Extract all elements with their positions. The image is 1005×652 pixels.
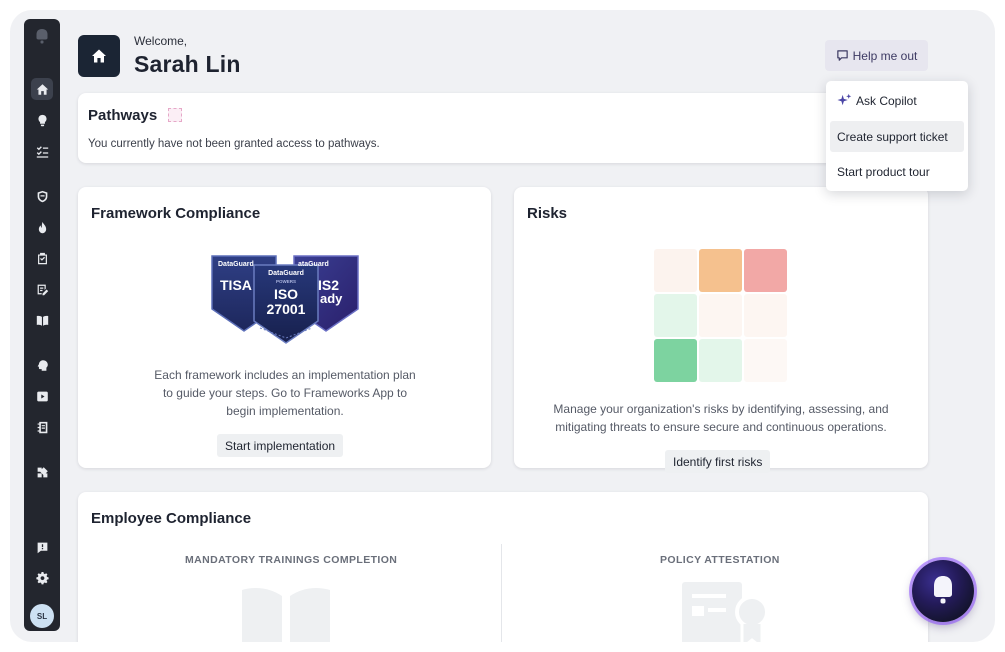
sparkle-icon xyxy=(837,93,852,106)
page-icon-tile xyxy=(78,35,120,77)
home-icon xyxy=(36,83,48,95)
risk-cell xyxy=(699,294,742,337)
lightbulb-icon xyxy=(37,114,47,126)
sidebar-item-training[interactable] xyxy=(31,354,53,376)
shield-icon xyxy=(37,190,47,202)
policy-certificate-icon xyxy=(682,582,769,642)
framework-compliance-title: Framework Compliance xyxy=(91,205,261,222)
badge-center-brand: DataGuard xyxy=(268,270,304,277)
employee-compliance-card: Employee Compliance MANDATORY TRAININGS … xyxy=(78,492,928,642)
document-edit-icon xyxy=(37,284,48,295)
menu-item-ask-copilot[interactable]: Ask Copilot xyxy=(830,85,964,116)
settings-icon xyxy=(35,571,49,584)
assistant-bot-button[interactable] xyxy=(912,560,974,622)
fire-icon xyxy=(38,221,46,233)
clipboard-check-icon xyxy=(37,252,47,264)
help-me-out-button[interactable]: Help me out xyxy=(825,40,928,71)
pathways-card: Pathways You currently have not been gra… xyxy=(78,93,928,163)
risk-cell xyxy=(654,294,697,337)
risk-cell xyxy=(654,249,697,292)
brain-icon xyxy=(37,359,48,371)
framework-compliance-card: Framework Compliance DataGuard TISA ataG… xyxy=(78,187,491,468)
pathways-placeholder-icon xyxy=(168,108,182,122)
chat-bubble-icon xyxy=(836,50,848,61)
sidebar-item-security[interactable] xyxy=(31,185,53,207)
help-me-out-label: Help me out xyxy=(852,48,918,63)
risk-cell-medium xyxy=(699,249,742,292)
risk-cell-high xyxy=(744,249,787,292)
sidebar-item-videos[interactable] xyxy=(31,385,53,407)
welcome-text: Welcome, xyxy=(134,34,188,48)
sidebar-item-documents[interactable] xyxy=(31,278,53,300)
risks-title: Risks xyxy=(527,205,568,222)
sidebar-item-apps[interactable] xyxy=(31,461,53,483)
sidebar-item-incidents[interactable] xyxy=(31,216,53,238)
sidebar-item-settings[interactable] xyxy=(31,567,53,589)
create-support-ticket-label: Create support ticket xyxy=(837,129,948,144)
framework-badges-illustration: DataGuard TISA ataGuard IS2 ady DataGuar… xyxy=(210,253,360,345)
sidebar-item-audits[interactable] xyxy=(31,247,53,269)
risk-cell xyxy=(744,339,787,382)
ask-copilot-label: Ask Copilot xyxy=(856,93,917,108)
policy-heading: POLICY ATTESTATION xyxy=(660,554,780,566)
badge-center-line2: 27001 xyxy=(266,301,306,317)
app-frame: SL Welcome, Sarah Lin Help me out Pathwa… xyxy=(10,10,995,642)
menu-item-create-support-ticket[interactable]: Create support ticket xyxy=(830,121,964,152)
sidebar-item-home[interactable] xyxy=(31,78,53,100)
user-avatar[interactable]: SL xyxy=(30,604,54,628)
sidebar: SL xyxy=(24,19,60,631)
badge-center-powers: POWERS xyxy=(275,279,296,284)
framework-description: Each framework includes an implementatio… xyxy=(154,368,416,418)
badge-left-brand: DataGuard xyxy=(218,261,254,268)
badge-left-text: TISA xyxy=(220,277,252,293)
video-icon xyxy=(36,391,48,401)
start-implementation-button[interactable]: Start implementation xyxy=(217,434,344,457)
assistant-bot-icon xyxy=(934,576,952,604)
risk-matrix-illustration xyxy=(654,249,789,383)
badge-right-brand: ataGuard xyxy=(298,261,329,268)
menu-item-start-product-tour[interactable]: Start product tour xyxy=(830,156,964,187)
brand-logo-icon xyxy=(36,29,48,44)
checklist-icon xyxy=(36,145,48,158)
apps-grid-icon xyxy=(37,466,48,477)
trainings-heading: MANDATORY TRAININGS COMPLETION xyxy=(185,554,398,566)
sidebar-item-ideas[interactable] xyxy=(31,109,53,131)
identify-first-risks-button[interactable]: Identify first risks xyxy=(665,450,771,473)
sidebar-item-policies[interactable] xyxy=(31,416,53,438)
home-icon xyxy=(92,49,106,63)
feedback-icon xyxy=(37,542,47,553)
section-divider xyxy=(501,544,502,642)
risks-card: Risks Manage your organization's risks b… xyxy=(514,187,928,473)
policy-icon xyxy=(37,421,47,433)
book-icon xyxy=(36,315,48,326)
employee-compliance-title: Employee Compliance xyxy=(91,510,252,527)
sidebar-item-feedback[interactable] xyxy=(31,536,53,558)
pathways-title: Pathways xyxy=(88,107,158,124)
trainings-book-icon xyxy=(242,588,330,642)
risks-description: Manage your organization's risks by iden… xyxy=(553,402,889,434)
help-menu-dropdown: Ask Copilot Create support ticket Start … xyxy=(826,81,968,191)
risk-cell xyxy=(744,294,787,337)
user-name-heading: Sarah Lin xyxy=(134,51,241,77)
sidebar-item-tasks[interactable] xyxy=(31,140,53,162)
risk-cell xyxy=(699,339,742,382)
risk-cell-low xyxy=(654,339,697,382)
badge-center-line1: ISO xyxy=(273,286,299,302)
start-product-tour-label: Start product tour xyxy=(837,164,930,179)
sidebar-item-library[interactable] xyxy=(31,309,53,331)
badge-right-line2: ady xyxy=(320,291,343,306)
pathways-message: You currently have not been granted acce… xyxy=(88,138,380,150)
